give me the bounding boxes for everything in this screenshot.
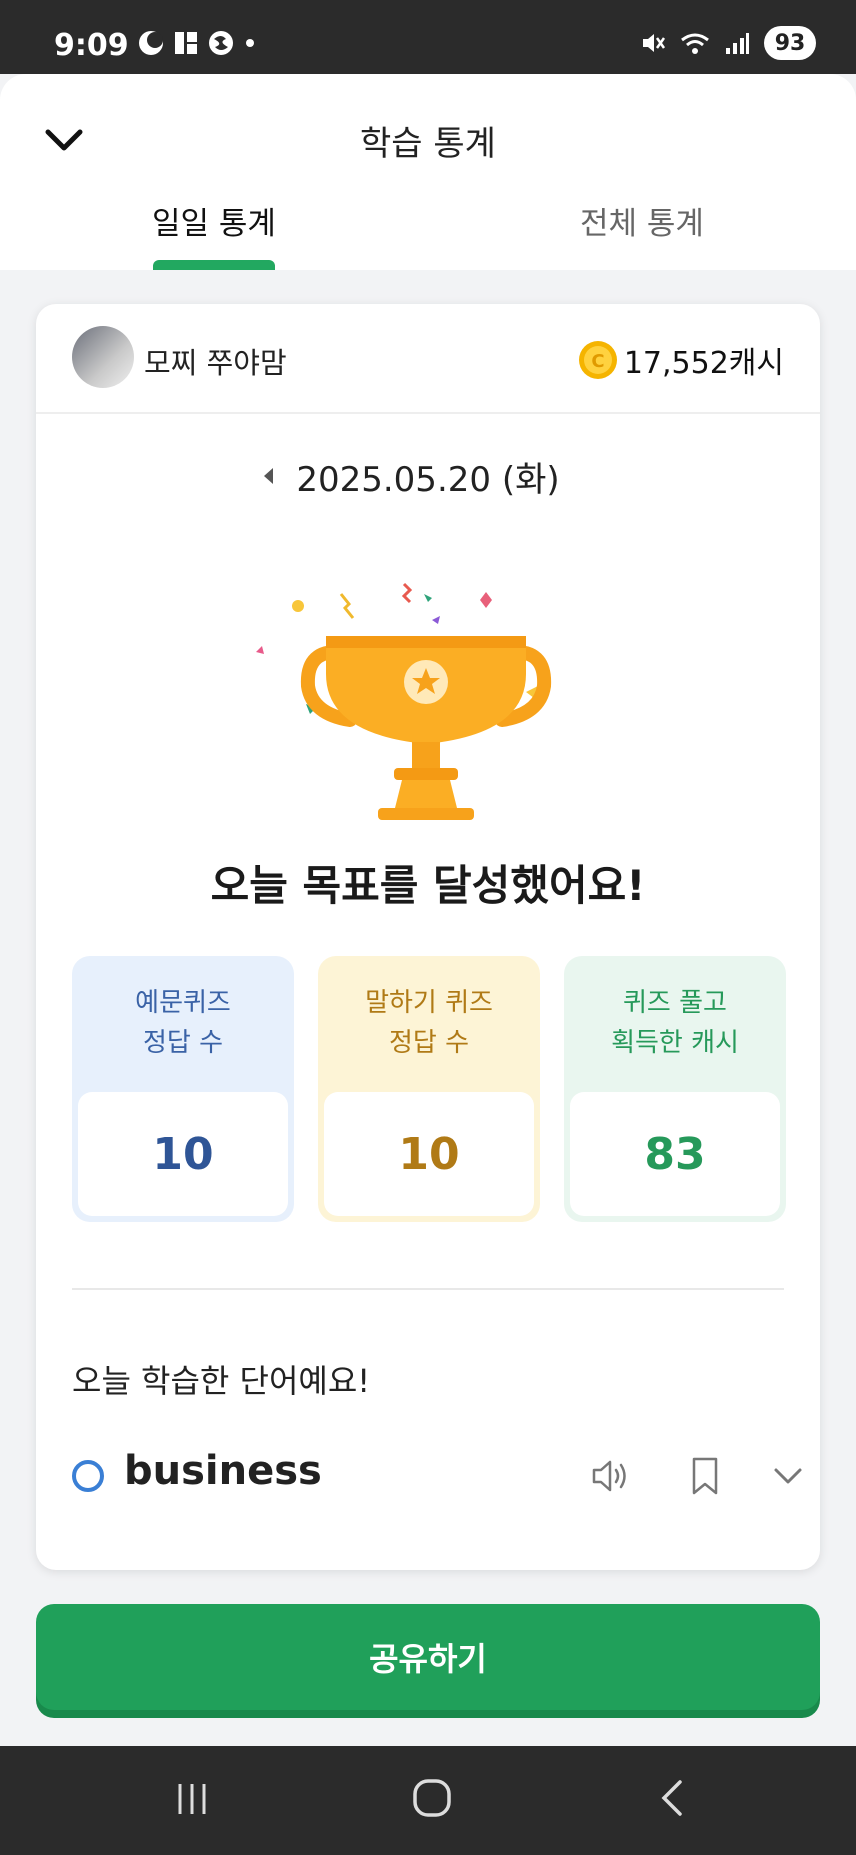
signal-icon: [726, 33, 749, 54]
date-label: 2025.05.20 (화): [296, 460, 560, 500]
stat-example-quiz: 예문퀴즈 정답 수 10: [72, 956, 294, 1222]
stat-value: 10: [324, 1092, 534, 1216]
status-time: 9:09: [54, 28, 129, 63]
battery-badge: 93: [764, 26, 816, 60]
status-circle-icon: [72, 1460, 104, 1492]
system-nav-bar: [0, 1746, 856, 1855]
stats-card: 모찌 쭈야맘 C 17,552캐시 2025.05.20 (화) 오늘 목표를 …: [36, 304, 820, 1570]
avatar: [72, 326, 134, 388]
app-grid-icon: [175, 32, 197, 54]
stat-label: 퀴즈 풀고 획득한 캐시: [611, 988, 739, 1058]
word-text: business: [124, 1448, 322, 1494]
stat-earned-cash: 퀴즈 풀고 획득한 캐시 83: [564, 956, 786, 1222]
expand-chevron-icon[interactable]: [772, 1464, 804, 1488]
status-bar: 9:09 93: [0, 0, 856, 74]
stat-label: 말하기 퀴즈 정답 수: [365, 988, 493, 1058]
user-name: 모찌 쭈야맘: [144, 346, 287, 380]
profile-row: 모찌 쭈야맘 C 17,552캐시: [36, 304, 820, 414]
home-icon[interactable]: [412, 1778, 452, 1818]
trophy-icon: [256, 582, 552, 820]
goal-message: 오늘 목표를 달성했어요!: [210, 861, 646, 910]
dot-icon: [246, 39, 254, 47]
stat-value: 10: [78, 1092, 288, 1216]
wifi-icon: [681, 33, 709, 54]
status-right: 93: [640, 26, 816, 60]
speaker-icon[interactable]: [590, 1458, 630, 1494]
notification-icons: [138, 30, 256, 56]
svg-text:C: C: [591, 351, 604, 372]
stat-speaking-quiz: 말하기 퀴즈 정답 수 10: [318, 956, 540, 1222]
moon-icon: [139, 31, 163, 55]
words-title: 오늘 학습한 단어예요!: [72, 1362, 371, 1400]
stat-value: 83: [570, 1092, 780, 1216]
bookmark-icon[interactable]: [690, 1456, 720, 1496]
divider: [72, 1288, 784, 1290]
recent-apps-icon[interactable]: [172, 1782, 212, 1816]
share-button[interactable]: 공유하기: [36, 1604, 820, 1710]
mute-icon: [643, 34, 666, 52]
tab-all-stats[interactable]: 전체 통계: [580, 198, 704, 243]
app-swirl-icon: [209, 31, 233, 55]
back-icon[interactable]: [656, 1778, 686, 1818]
coin-icon: C: [579, 341, 617, 379]
sheet-header: 학습 통계 일일 통계 전체 통계: [0, 74, 856, 270]
list-item[interactable]: business: [72, 1436, 802, 1516]
tab-daily-stats[interactable]: 일일 통계: [152, 198, 276, 243]
cash-amount: 17,552캐시: [623, 346, 784, 381]
active-tab-indicator: [153, 260, 275, 270]
stat-label: 예문퀴즈 정답 수: [135, 988, 231, 1058]
page-title: 학습 통계: [360, 124, 496, 164]
